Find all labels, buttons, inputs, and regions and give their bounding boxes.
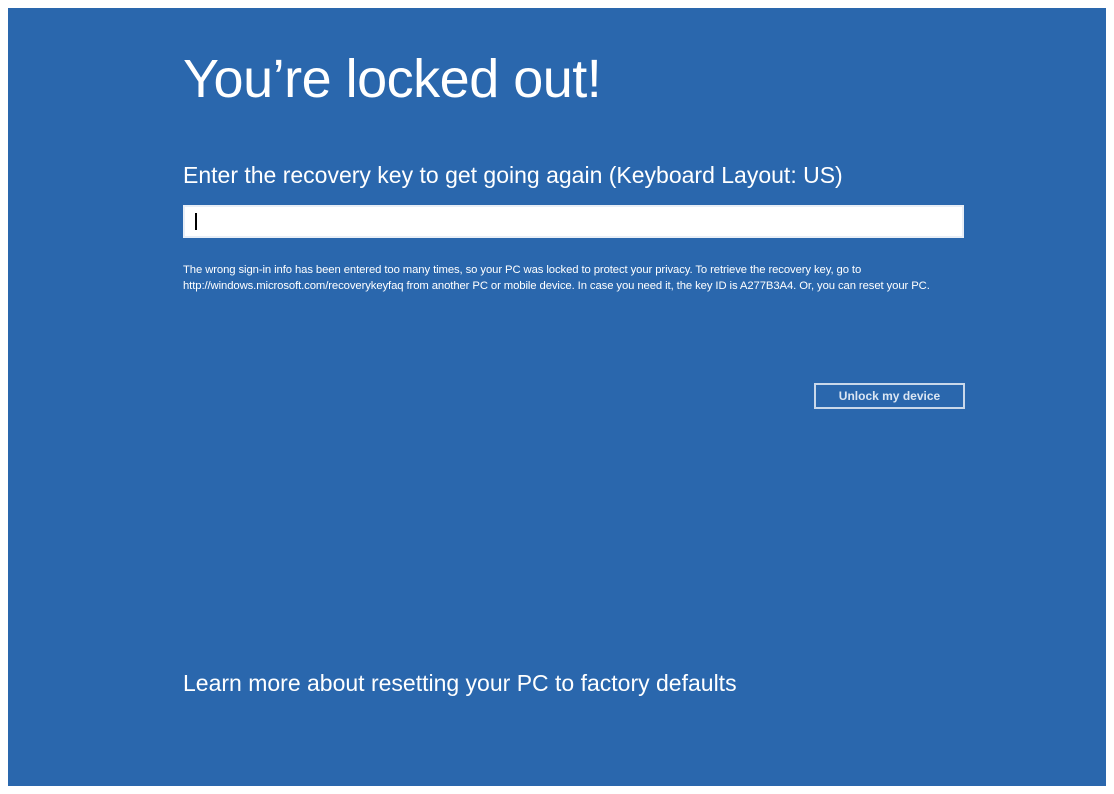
- page-title: You’re locked out!: [183, 49, 602, 109]
- lockout-info-text: The wrong sign-in info has been entered …: [183, 264, 930, 292]
- text-caret: [195, 213, 197, 230]
- recovery-key-prompt: Enter the recovery key to get going agai…: [183, 162, 843, 188]
- learn-more-reset-link[interactable]: Learn more about resetting your PC to fa…: [183, 670, 737, 698]
- recovery-key-input[interactable]: [183, 205, 964, 238]
- lockout-screen: You’re locked out! Enter the recovery ke…: [8, 8, 1106, 786]
- unlock-my-device-button[interactable]: Unlock my device: [814, 383, 965, 409]
